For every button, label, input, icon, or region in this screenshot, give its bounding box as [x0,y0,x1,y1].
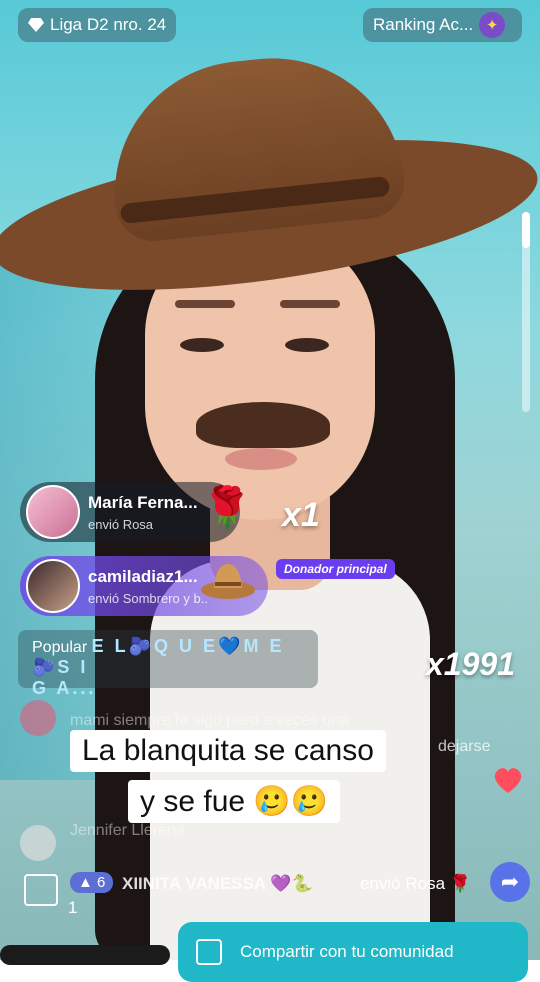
caption-line-1: La blanquita se canso [70,730,386,772]
rose-icon: 🌹 [202,486,252,530]
gift-action: envió Rosa [88,516,154,532]
gift-sender-name: María Ferna... [88,492,198,512]
gift-combo-count: x1 [282,496,320,534]
avatar[interactable] [26,559,80,613]
gift-text: camiladiaz1... envió Sombrero y b... [88,567,208,606]
right-eye [285,338,329,352]
join-message-row: ▲ 6 XIINITA VANESSA 💜🐍 envió Rosa 🌹 1 ➦ [0,862,540,922]
heart-icon[interactable] [492,765,524,795]
avatar[interactable] [26,485,80,539]
gift-text: María Ferna... envió Rosa [88,493,208,532]
share-icon [196,939,222,965]
hat-icon [201,564,255,599]
comment-text: Jennifer Llerena [70,822,185,839]
scrollbar[interactable] [522,212,530,412]
share-community-button[interactable]: Compartir con tu comunidad [178,922,528,982]
share-arrow-icon[interactable]: ➦ [490,862,530,902]
left-eyebrow [175,300,235,308]
gift-sender-name: camiladiaz1... [88,566,198,586]
gift-box-icon[interactable] [24,874,58,906]
right-eyebrow [280,300,340,308]
share-label: Compartir con tu comunidad [240,942,454,961]
popular-user-name-cont: G A... [32,678,97,698]
ranking-chip[interactable]: Ranking Ac... ✦ [363,8,522,42]
comment-input-bar[interactable] [0,945,170,965]
mustache-filter [196,402,330,448]
scrollbar-thumb[interactable] [522,212,530,248]
league-chip[interactable]: Liga D2 nro. 24 [18,8,177,42]
popular-banner[interactable]: Popular E L🫐Q U E💙M E🫐S I G A... [18,630,318,698]
bottom-action: envió Rosa 🌹 [360,874,471,893]
user-level-badge: ▲ 6 [70,872,114,893]
league-label: Liga D2 nro. 24 [50,15,167,34]
bottom-username: XIINITA VANESSA 💜🐍 [122,874,313,893]
ranking-label: Ranking Ac... [373,15,474,34]
caption-line-2: y se fue 🥲🥲 [128,780,341,823]
popular-label: Popular [32,639,88,656]
bottom-count: 1 [68,898,78,917]
gift-action: envió Sombrero y b... [88,590,208,606]
commenter-avatar[interactable] [20,825,56,861]
comment-text: mami siempre te sigo pero a veces una [70,712,350,729]
star-badge-icon: ✦ [479,12,506,38]
popular-combo-count: x1991 [426,646,515,682]
commenter-avatar[interactable] [20,700,56,736]
lips [225,448,297,470]
top-donor-badge: Donador principal [276,559,395,579]
comment-text-cont: dejarse [438,738,491,755]
diamond-icon [28,18,44,32]
user-level: 6 [97,874,106,891]
left-eye [180,338,224,352]
